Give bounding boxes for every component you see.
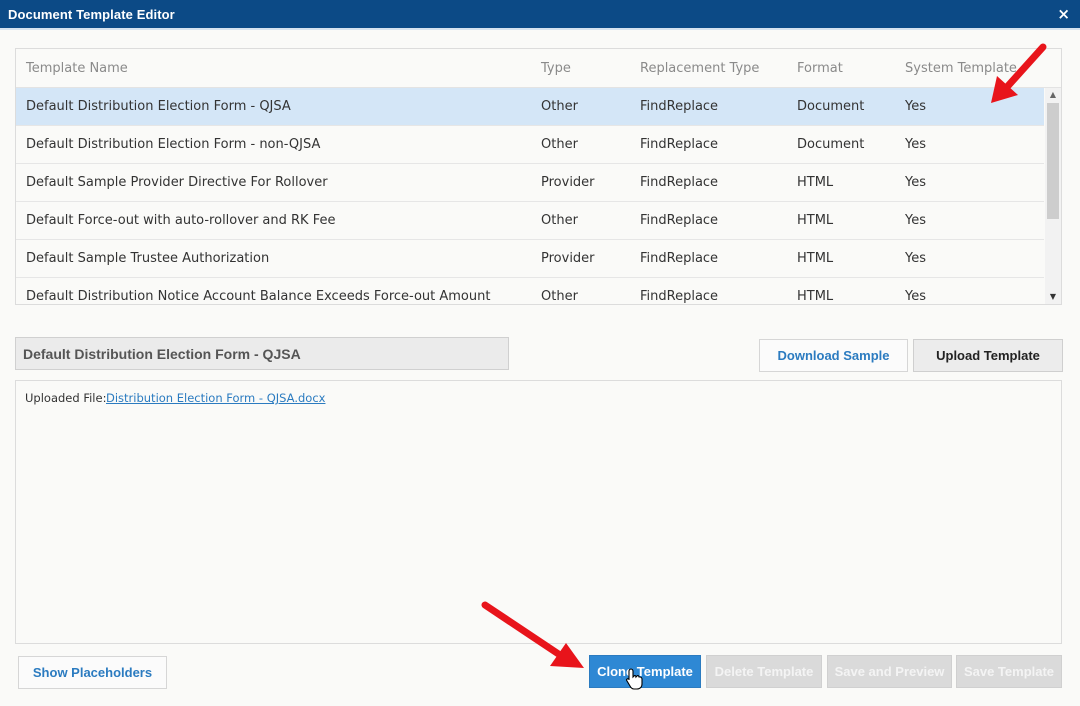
save-and-preview-button: Save and Preview	[827, 655, 952, 688]
scroll-down-icon[interactable]: ▼	[1045, 290, 1061, 304]
upload-template-button[interactable]: Upload Template	[913, 339, 1063, 372]
uploaded-file-label: Uploaded File:	[25, 391, 107, 405]
cell-format: HTML	[797, 289, 834, 304]
cell-template-name: Default Sample Trustee Authorization	[26, 251, 270, 266]
cell-type: Other	[541, 289, 578, 304]
cell-template-name: Default Force-out with auto-rollover and…	[26, 213, 336, 228]
cell-type: Other	[541, 213, 578, 228]
delete-template-button: Delete Template	[706, 655, 822, 688]
window-title: Document Template Editor	[8, 7, 175, 22]
column-header-format[interactable]: Format	[797, 61, 843, 76]
cell-system-template: Yes	[905, 175, 926, 190]
table-row[interactable]: Default Distribution Notice Account Bala…	[16, 278, 1044, 304]
column-header-type[interactable]: Type	[541, 61, 571, 76]
clone-template-button[interactable]: Clone Template	[589, 655, 701, 688]
cell-system-template: Yes	[905, 213, 926, 228]
templates-grid: Template Name Type Replacement Type Form…	[15, 48, 1062, 305]
cell-system-template: Yes	[905, 289, 926, 304]
cell-template-name: Default Distribution Election Form - QJS…	[26, 99, 291, 114]
cell-system-template: Yes	[905, 99, 926, 114]
save-template-button: Save Template	[956, 655, 1062, 688]
template-name-field[interactable]: Default Distribution Election Form - QJS…	[15, 337, 509, 370]
close-icon[interactable]: ×	[1057, 4, 1070, 24]
download-sample-button[interactable]: Download Sample	[759, 339, 908, 372]
table-row[interactable]: Default Sample Provider Directive For Ro…	[16, 164, 1044, 202]
cell-type: Other	[541, 99, 578, 114]
cell-format: HTML	[797, 213, 834, 228]
scroll-up-icon[interactable]: ▲	[1045, 88, 1061, 102]
cell-type: Provider	[541, 175, 595, 190]
cell-system-template: Yes	[905, 137, 926, 152]
cell-format: Document	[797, 137, 865, 152]
cell-replacement-type: FindReplace	[640, 213, 719, 228]
cell-format: HTML	[797, 175, 834, 190]
table-row[interactable]: Default Force-out with auto-rollover and…	[16, 202, 1044, 240]
cell-system-template: Yes	[905, 251, 926, 266]
cell-replacement-type: FindReplace	[640, 289, 719, 304]
cell-format: HTML	[797, 251, 834, 266]
column-header-system-template[interactable]: System Template	[905, 61, 1017, 76]
cell-type: Provider	[541, 251, 595, 266]
cell-replacement-type: FindReplace	[640, 137, 719, 152]
cell-replacement-type: FindReplace	[640, 175, 719, 190]
cell-replacement-type: FindReplace	[640, 251, 719, 266]
cell-type: Other	[541, 137, 578, 152]
scroll-thumb[interactable]	[1047, 103, 1059, 219]
cell-replacement-type: FindReplace	[640, 99, 719, 114]
show-placeholders-button[interactable]: Show Placeholders	[18, 656, 167, 689]
cell-format: Document	[797, 99, 865, 114]
table-row[interactable]: Default Distribution Election Form - QJS…	[16, 88, 1044, 126]
uploaded-file-link[interactable]: Distribution Election Form - QJSA.docx	[106, 391, 325, 405]
cell-template-name: Default Distribution Notice Account Bala…	[26, 289, 491, 304]
uploaded-file-panel: Uploaded File: Distribution Election For…	[15, 380, 1062, 644]
window-titlebar: Document Template Editor ×	[0, 0, 1080, 30]
cell-template-name: Default Sample Provider Directive For Ro…	[26, 175, 328, 190]
column-header-template-name[interactable]: Template Name	[26, 61, 128, 76]
grid-header: Template Name Type Replacement Type Form…	[16, 49, 1061, 88]
table-row[interactable]: Default Sample Trustee Authorization Pro…	[16, 240, 1044, 278]
grid-scrollbar[interactable]: ▲ ▼	[1045, 88, 1061, 304]
cell-template-name: Default Distribution Election Form - non…	[26, 137, 321, 152]
table-row[interactable]: Default Distribution Election Form - non…	[16, 126, 1044, 164]
column-header-replacement-type[interactable]: Replacement Type	[640, 61, 759, 76]
